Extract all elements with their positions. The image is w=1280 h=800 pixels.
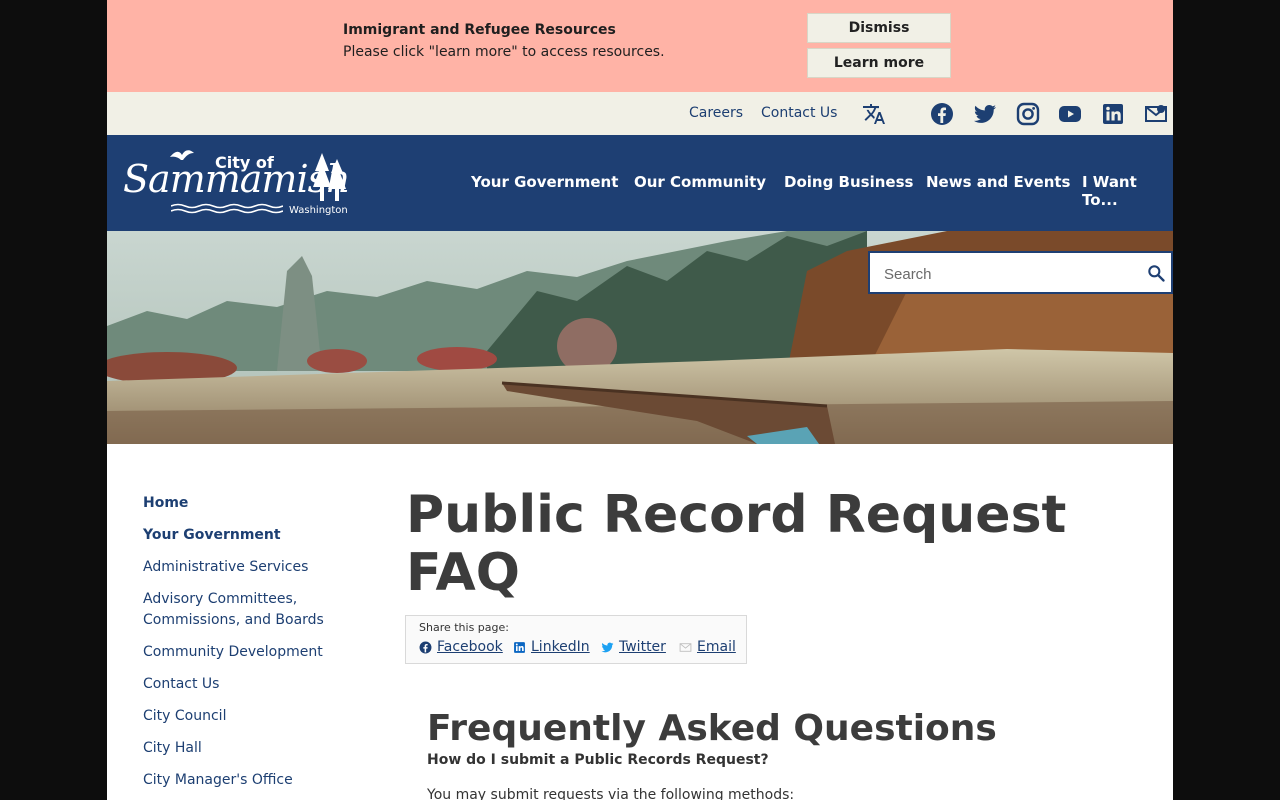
page-title: Public Record Request FAQ <box>406 486 1126 602</box>
facebook-icon[interactable] <box>930 102 954 126</box>
page-title-line2: FAQ <box>406 543 521 603</box>
logo-state: Washington <box>289 205 348 216</box>
learn-more-button[interactable]: Learn more <box>807 48 951 78</box>
share-label: Share this page: <box>419 621 509 634</box>
sidebar-item-your-government[interactable]: Your Government <box>143 525 281 546</box>
instagram-icon[interactable] <box>1016 102 1040 126</box>
nav-i-want-to[interactable]: I Want To... <box>1082 173 1173 209</box>
nav-news-and-events[interactable]: News and Events <box>926 173 1070 191</box>
share-linkedin-link[interactable]: LinkedIn <box>513 639 590 655</box>
faq-heading: Frequently Asked Questions <box>427 708 997 749</box>
sidebar-item-community-development[interactable]: Community Development <box>143 642 323 663</box>
nav-your-government[interactable]: Your Government <box>471 173 618 191</box>
sidebar-item-contact-us[interactable]: Contact Us <box>143 674 219 695</box>
sidebar-item-home[interactable]: Home <box>143 493 188 514</box>
linkedin-icon[interactable] <box>1101 102 1125 126</box>
share-twitter-link[interactable]: Twitter <box>601 639 666 655</box>
sidebar-item-city-council[interactable]: City Council <box>143 706 226 727</box>
sidebar-item-advisory-committees[interactable]: Advisory Committees, <box>143 589 297 610</box>
twitter-icon <box>601 642 614 652</box>
page: Immigrant and Refugee Resources Please c… <box>107 0 1173 800</box>
linkedin-icon <box>514 641 525 653</box>
sidebar-item-city-hall[interactable]: City Hall <box>143 738 202 759</box>
alert-text: Please click "learn more" to access reso… <box>343 44 665 60</box>
search-box <box>868 251 1173 294</box>
share-facebook-link[interactable]: Facebook <box>419 639 503 655</box>
alert-banner: Immigrant and Refugee Resources Please c… <box>107 0 1173 92</box>
nav-our-community[interactable]: Our Community <box>634 173 766 191</box>
share-linkedin-label: LinkedIn <box>531 639 590 655</box>
translate-icon[interactable] <box>862 102 886 126</box>
trees-icon <box>313 153 346 201</box>
hero-banner <box>107 231 1173 444</box>
faq-answer: You may submit requests via the followin… <box>427 787 795 800</box>
newsletter-icon[interactable] <box>1144 102 1168 126</box>
dismiss-button[interactable]: Dismiss <box>807 13 951 43</box>
twitter-icon[interactable] <box>973 102 997 126</box>
sidebar-item-city-managers-office[interactable]: City Manager's Office <box>143 770 293 791</box>
sidebar-item-administrative-services[interactable]: Administrative Services <box>143 557 308 578</box>
alert-title: Immigrant and Refugee Resources <box>343 22 616 38</box>
youtube-icon[interactable] <box>1058 102 1082 126</box>
share-box: Share this page: Facebook LinkedIn Twitt… <box>405 615 747 664</box>
sidebar-item-advisory-committees-line2[interactable]: Commissions, and Boards <box>143 610 324 631</box>
nav-doing-business[interactable]: Doing Business <box>784 173 913 191</box>
faq-question: How do I submit a Public Records Request… <box>427 752 769 768</box>
facebook-icon <box>419 641 432 653</box>
email-icon <box>679 642 692 652</box>
share-email-label: Email <box>697 639 736 655</box>
city-logo[interactable]: City of Sammamish Washington <box>121 147 353 217</box>
share-facebook-label: Facebook <box>437 639 503 655</box>
waves-icon <box>171 203 283 214</box>
search-input[interactable] <box>882 263 1136 285</box>
search-icon[interactable] <box>1146 263 1166 283</box>
site-header: City of Sammamish Washington Your Govern… <box>107 135 1173 231</box>
page-title-line1: Public Record Request <box>406 485 1067 545</box>
careers-link[interactable]: Careers <box>689 105 743 121</box>
share-email-link[interactable]: Email <box>679 639 736 655</box>
contact-us-link[interactable]: Contact Us <box>761 105 837 121</box>
share-twitter-label: Twitter <box>619 639 666 655</box>
utility-bar: Careers Contact Us <box>107 92 1173 135</box>
